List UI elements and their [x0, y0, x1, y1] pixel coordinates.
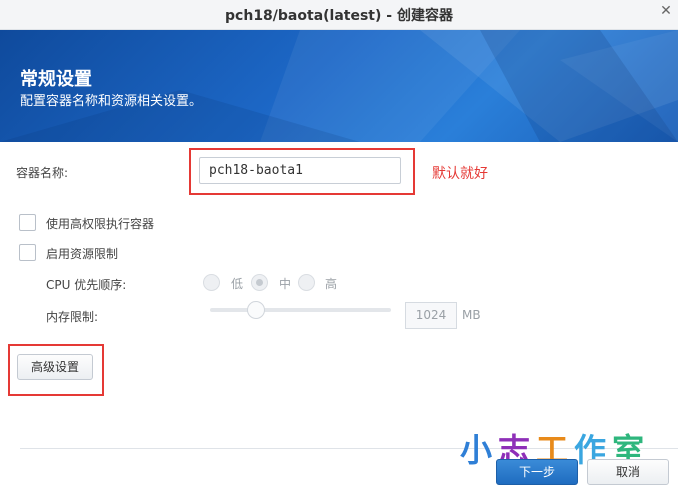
resource-limit-checkbox[interactable]	[19, 244, 36, 261]
memory-slider-track[interactable]	[210, 308, 391, 312]
cpu-priority-high-radio[interactable]	[298, 274, 315, 291]
cpu-priority-medium-radio[interactable]	[251, 274, 268, 291]
cpu-priority-high-label: 高	[325, 277, 338, 291]
container-name-label: 容器名称:	[16, 166, 69, 180]
window-title: pch18/baota(latest) - 创建容器	[225, 8, 453, 24]
page-subheading: 配置容器名称和资源相关设置。	[20, 94, 203, 109]
next-button[interactable]: 下一步	[496, 459, 578, 485]
container-name-input[interactable]: pch18-baota1	[199, 157, 401, 184]
resource-limit-label: 启用资源限制	[46, 247, 119, 261]
close-icon[interactable]: ✕	[658, 3, 674, 19]
cpu-priority-label: CPU 优先顺序:	[46, 278, 127, 292]
title-bar: pch18/baota(latest) - 创建容器 ✕	[0, 0, 678, 30]
advanced-settings-button[interactable]: 高级设置	[17, 354, 93, 380]
cpu-priority-low-radio[interactable]	[203, 274, 220, 291]
memory-limit-label: 内存限制:	[46, 310, 99, 324]
cancel-button[interactable]: 取消	[587, 459, 669, 485]
memory-slider-thumb[interactable]	[247, 301, 265, 319]
memory-unit: MB	[462, 308, 481, 322]
header-banner: 常规设置 配置容器名称和资源相关设置。	[0, 30, 678, 142]
cpu-priority-low-label: 低	[231, 277, 244, 291]
memory-value-input[interactable]: 1024	[405, 302, 457, 329]
cpu-priority-medium-label: 中	[279, 277, 292, 291]
privileged-label: 使用高权限执行容器	[46, 217, 155, 231]
banner-pattern	[0, 30, 678, 142]
privileged-checkbox[interactable]	[19, 214, 36, 231]
page-heading: 常规设置	[20, 69, 92, 90]
annotation-text: 默认就好	[432, 166, 488, 182]
